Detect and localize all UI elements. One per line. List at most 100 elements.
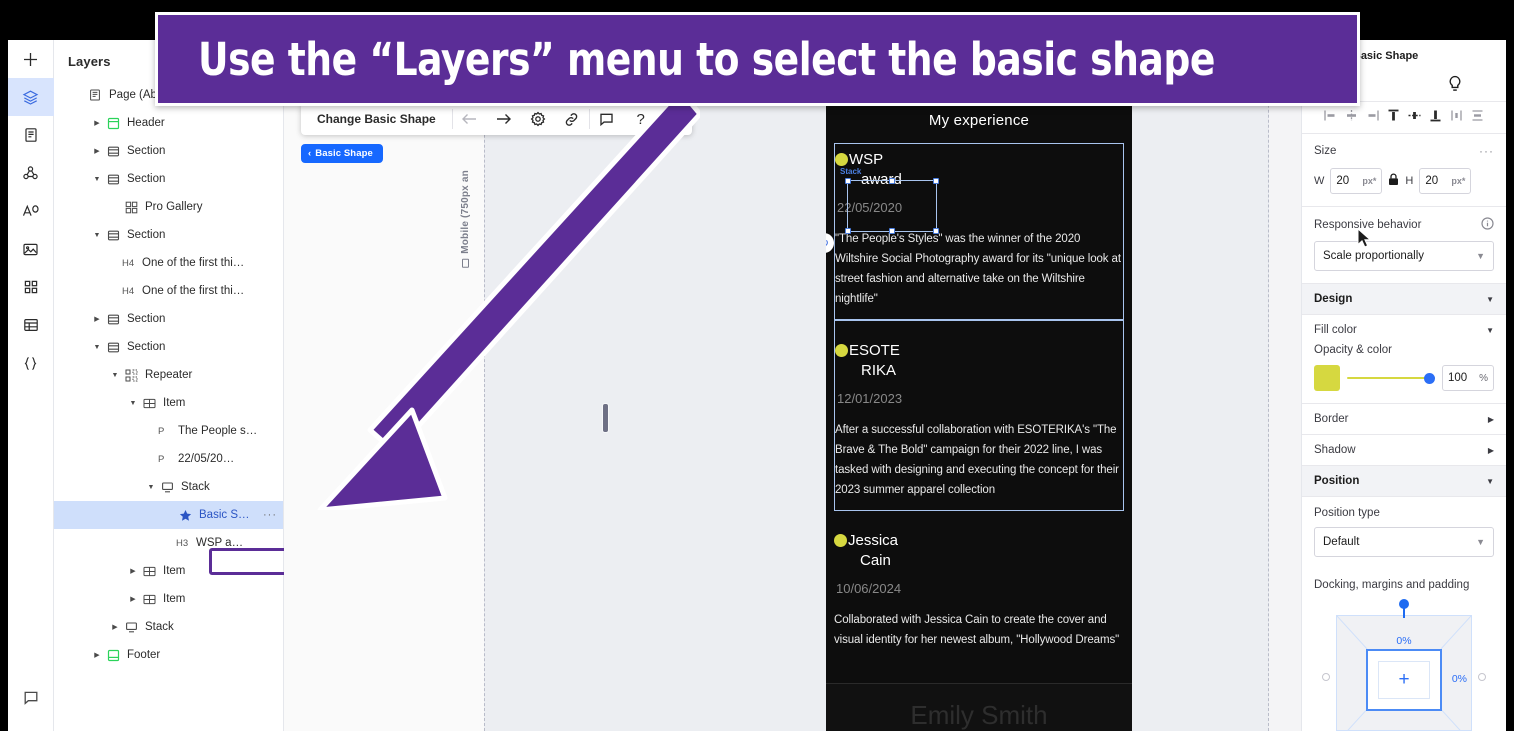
position-type-select[interactable]: Default ▼ <box>1314 527 1494 557</box>
opacity-slider-knob[interactable] <box>1424 372 1435 384</box>
layer-row-repeater[interactable]: ▼ Repeater <box>54 361 283 389</box>
layer-row-section[interactable]: ▼ Section <box>54 221 283 249</box>
caret-right-icon[interactable]: ▶ <box>108 620 122 634</box>
layer-row-pro-gallery[interactable]: ▶Pro Gallery <box>54 193 283 221</box>
layer-row-wsp-a[interactable]: ▶H3WSP a… <box>54 529 283 557</box>
caret-down-icon[interactable]: ▼ <box>126 396 140 410</box>
layer-row-footer[interactable]: ▶ Footer <box>54 641 283 669</box>
caret-right-icon[interactable]: ▶ <box>90 116 104 130</box>
layer-row-item[interactable]: ▶ Item <box>54 557 283 585</box>
annotation-banner: Use the “Layers” menu to select the basi… <box>155 12 1360 106</box>
bullet-dot-icon[interactable] <box>834 534 847 547</box>
media-button[interactable] <box>8 230 54 268</box>
layer-row-stack[interactable]: ▶ Stack <box>54 613 283 641</box>
text-icon <box>22 204 39 216</box>
pages-button[interactable] <box>8 116 54 154</box>
fill-color-row[interactable]: Fill color ▼ <box>1302 315 1506 340</box>
layer-row-basic-s[interactable]: ▶Basic S…··· <box>54 501 283 529</box>
design-section-header[interactable]: Design ▼ <box>1302 284 1506 315</box>
layer-row-one-of-the-first-thi[interactable]: ▶H4One of the first thi… <box>54 249 283 277</box>
caret-down-icon[interactable]: ▼ <box>108 368 122 382</box>
experience-entry[interactable]: Jessica Cain 10/06/2024 Collaborated wit… <box>834 511 1124 660</box>
opacity-slider[interactable] <box>1347 371 1435 385</box>
bullet-dot-icon[interactable] <box>835 344 848 357</box>
responsive-behavior-select[interactable]: Scale proportionally ▼ <box>1314 241 1494 271</box>
layer-row-item[interactable]: ▶ Item <box>54 585 283 613</box>
layer-type-tag: P <box>158 453 165 465</box>
align-left-icon <box>1323 108 1338 128</box>
align-bottom-button[interactable] <box>1426 107 1445 129</box>
preview-footer: Emily Smith <box>826 683 1132 731</box>
distribute-horizontal-button[interactable] <box>1447 107 1466 129</box>
align-top-icon <box>1386 108 1401 128</box>
caret-down-icon[interactable]: ▼ <box>144 480 158 494</box>
align-middle-button[interactable] <box>1405 107 1424 129</box>
dock-right-toggle[interactable] <box>1478 673 1486 681</box>
opacity-input[interactable]: 100 % <box>1442 365 1494 391</box>
layer-more-icon[interactable]: ··· <box>263 509 277 521</box>
chevron-right-icon: ▶ <box>1487 445 1494 455</box>
margin-top-value[interactable]: 0% <box>1396 635 1411 647</box>
lock-icon[interactable] <box>1388 173 1399 189</box>
info-icon[interactable] <box>1481 217 1494 233</box>
apps-button[interactable] <box>8 268 54 306</box>
layer-label: Item <box>163 593 186 605</box>
size-fields: W 20 px* H 20 px* <box>1314 168 1494 194</box>
caret-right-icon[interactable]: ▶ <box>90 648 104 662</box>
layer-row-section[interactable]: ▼ Section <box>54 333 283 361</box>
annotation-banner-text: Use the “Layers” menu to select the basi… <box>198 32 1215 86</box>
dock-left-toggle[interactable] <box>1322 673 1330 681</box>
align-center-horizontal-button[interactable] <box>1342 107 1361 129</box>
docking-inner-box[interactable]: + <box>1366 649 1442 711</box>
layer-label: Footer <box>127 649 161 661</box>
layer-row-the-people-s[interactable]: ▶PThe People s… <box>54 417 283 445</box>
shadow-section-header[interactable]: Shadow ▶ <box>1302 435 1506 466</box>
experience-list: Stack WSP award 22/05/2020 "The People's… <box>826 143 1132 660</box>
layer-row-section[interactable]: ▼ Section <box>54 165 283 193</box>
layer-row-22-05-20[interactable]: ▶P22/05/20… <box>54 445 283 473</box>
align-left-button[interactable] <box>1321 107 1340 129</box>
experience-entry[interactable]: WSP award 22/05/2020 "The People's Style… <box>826 143 1124 320</box>
layer-row-stack[interactable]: ▼ Stack <box>54 473 283 501</box>
text-button[interactable] <box>8 192 54 230</box>
experience-entry[interactable]: ESOTE RIKA 12/01/2023 After a successful… <box>834 320 1124 511</box>
width-input[interactable]: 20 px* <box>1330 168 1383 194</box>
entry-title: Jessica Cain <box>834 531 1124 571</box>
caret-down-icon[interactable]: ▼ <box>90 340 104 354</box>
section-icon <box>104 227 122 243</box>
caret-right-icon[interactable]: ▶ <box>126 564 140 578</box>
comments-button[interactable] <box>8 679 54 717</box>
layer-row-header[interactable]: ▶ Header <box>54 109 283 137</box>
layer-row-one-of-the-first-thi[interactable]: ▶H4One of the first thi… <box>54 277 283 305</box>
caret-down-icon[interactable]: ▼ <box>90 228 104 242</box>
code-braces-icon <box>24 356 37 370</box>
docking-widget[interactable]: 0% 0% + <box>1314 599 1494 731</box>
entry-name: Jessica Cain <box>848 532 899 569</box>
bullet-dot-icon[interactable] <box>835 153 848 166</box>
footer-icon <box>104 647 122 663</box>
size-more-icon[interactable]: ··· <box>1479 144 1494 158</box>
margin-right-value[interactable]: 0% <box>1452 673 1467 685</box>
cms-button[interactable] <box>8 306 54 344</box>
tab-tips[interactable] <box>1404 75 1506 94</box>
border-section-header[interactable]: Border ▶ <box>1302 404 1506 435</box>
caret-right-icon[interactable]: ▶ <box>90 312 104 326</box>
fill-color-swatch[interactable] <box>1314 365 1340 391</box>
layer-row-item[interactable]: ▼ Item <box>54 389 283 417</box>
position-section-header[interactable]: Position ▼ <box>1302 466 1506 497</box>
caret-right-icon[interactable]: ▶ <box>90 144 104 158</box>
layer-row-section[interactable]: ▶ Section <box>54 305 283 333</box>
layer-row-section[interactable]: ▶ Section <box>54 137 283 165</box>
rotate-handle-icon[interactable]: ↻ <box>826 233 834 253</box>
distribute-vertical-button[interactable] <box>1468 107 1487 129</box>
add-padding-icon[interactable]: + <box>1368 651 1440 709</box>
layers-button[interactable] <box>7 78 54 116</box>
add-elements-button[interactable] <box>8 40 54 78</box>
align-top-button[interactable] <box>1384 107 1403 129</box>
height-input[interactable]: 20 px* <box>1419 168 1472 194</box>
caret-right-icon[interactable]: ▶ <box>126 592 140 606</box>
dev-mode-button[interactable] <box>8 344 54 382</box>
align-right-button[interactable] <box>1363 107 1382 129</box>
caret-down-icon[interactable]: ▼ <box>90 172 104 186</box>
site-structure-button[interactable] <box>8 154 54 192</box>
